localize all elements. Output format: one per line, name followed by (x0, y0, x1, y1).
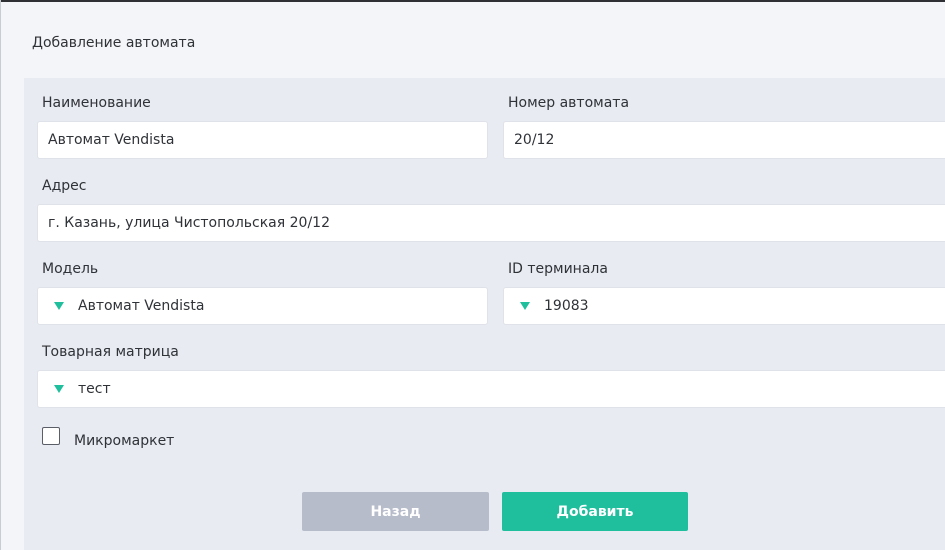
caret-down-icon (54, 302, 64, 310)
micromarket-label[interactable]: Микромаркет (74, 433, 174, 449)
add-button[interactable]: Добавить (502, 492, 688, 531)
name-label: Наименование (42, 95, 151, 111)
model-select[interactable]: Автомат Vendista (37, 287, 488, 325)
machine-number-input[interactable]: 20/12 (503, 121, 945, 159)
name-input[interactable]: Автомат Vendista (37, 121, 488, 159)
terminal-id-select-value: 19083 (544, 298, 589, 314)
address-input-value: г. Казань, улица Чистопольская 20/12 (48, 215, 330, 231)
product-matrix-select[interactable]: тест (37, 370, 945, 408)
window-left-border (0, 0, 1, 550)
caret-down-icon (54, 385, 64, 393)
address-label: Адрес (42, 178, 87, 194)
caret-down-icon (520, 302, 530, 310)
product-matrix-select-value: тест (78, 381, 111, 397)
product-matrix-label: Товарная матрица (42, 344, 179, 360)
terminal-id-label: ID терминала (508, 261, 608, 277)
back-button[interactable]: Назад (302, 492, 489, 531)
model-select-value: Автомат Vendista (78, 298, 205, 314)
machine-number-input-value: 20/12 (514, 132, 555, 148)
terminal-id-select[interactable]: 19083 (503, 287, 945, 325)
model-label: Модель (42, 261, 99, 277)
machine-number-label: Номер автомата (508, 95, 630, 111)
address-input[interactable]: г. Казань, улица Чистопольская 20/12 (37, 204, 945, 242)
micromarket-checkbox[interactable] (42, 427, 60, 445)
window-top-border (0, 0, 945, 2)
page-title: Добавление автомата (32, 35, 196, 51)
name-input-value: Автомат Vendista (48, 132, 175, 148)
